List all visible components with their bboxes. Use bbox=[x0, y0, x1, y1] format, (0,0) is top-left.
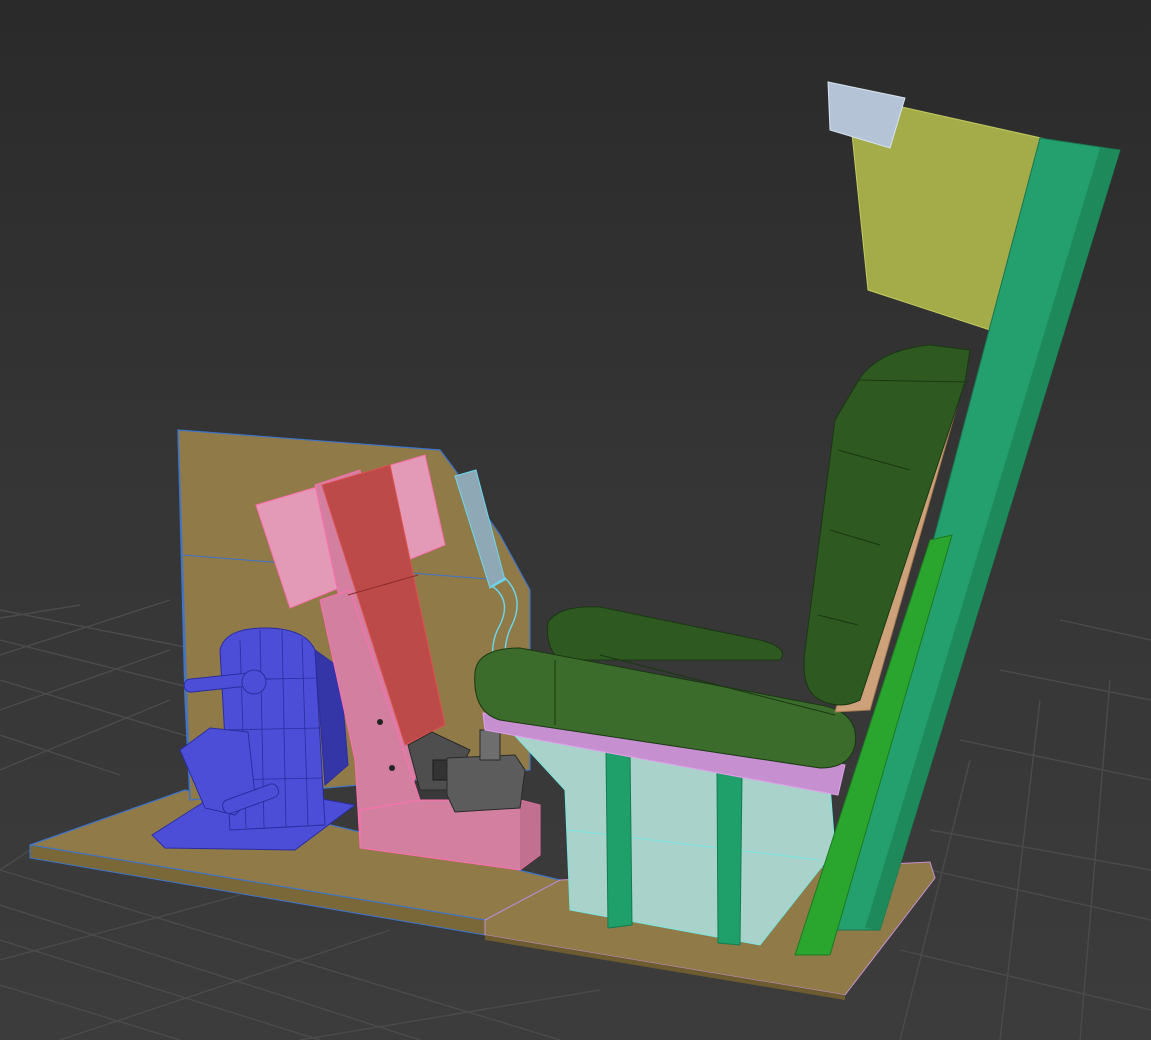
pedal-pivot bbox=[241, 669, 267, 695]
grid-line bbox=[0, 599, 171, 656]
grid-line bbox=[0, 679, 201, 741]
headrest-block bbox=[827, 81, 906, 149]
grid-line bbox=[1059, 619, 1151, 641]
grid-line bbox=[929, 829, 1151, 871]
grid-line bbox=[299, 989, 601, 1040]
grid-line bbox=[0, 984, 181, 1040]
rudder-pedal-assembly[interactable] bbox=[151, 627, 357, 851]
seat-strut-left bbox=[605, 749, 633, 929]
grid-line bbox=[999, 699, 1041, 1040]
gear-housing bbox=[446, 754, 526, 813]
gear-clip bbox=[432, 759, 449, 781]
grid-line bbox=[0, 849, 31, 871]
grid-line bbox=[0, 734, 121, 776]
scene-canvas[interactable] bbox=[0, 0, 1151, 1040]
cushion-rear-bolster bbox=[547, 606, 783, 661]
perspective-viewport[interactable] bbox=[0, 0, 1151, 1040]
stand-foot-side bbox=[520, 800, 540, 870]
grid-line bbox=[999, 669, 1151, 701]
seat-strut-right bbox=[716, 769, 743, 946]
grid-line bbox=[59, 929, 391, 1040]
grid-line bbox=[0, 649, 171, 711]
grid-line bbox=[0, 894, 241, 961]
grid-line bbox=[0, 904, 421, 1040]
grid-line bbox=[0, 939, 321, 1040]
grid-line bbox=[959, 739, 1151, 781]
grid-line bbox=[899, 949, 1151, 1011]
gear-shaft bbox=[479, 729, 501, 761]
grid-line bbox=[1079, 679, 1111, 1040]
grid-line bbox=[929, 869, 1151, 921]
stand-bolt bbox=[389, 765, 395, 771]
stand-bolt bbox=[377, 719, 383, 725]
grid-line bbox=[0, 699, 171, 771]
grid-line bbox=[0, 604, 81, 619]
